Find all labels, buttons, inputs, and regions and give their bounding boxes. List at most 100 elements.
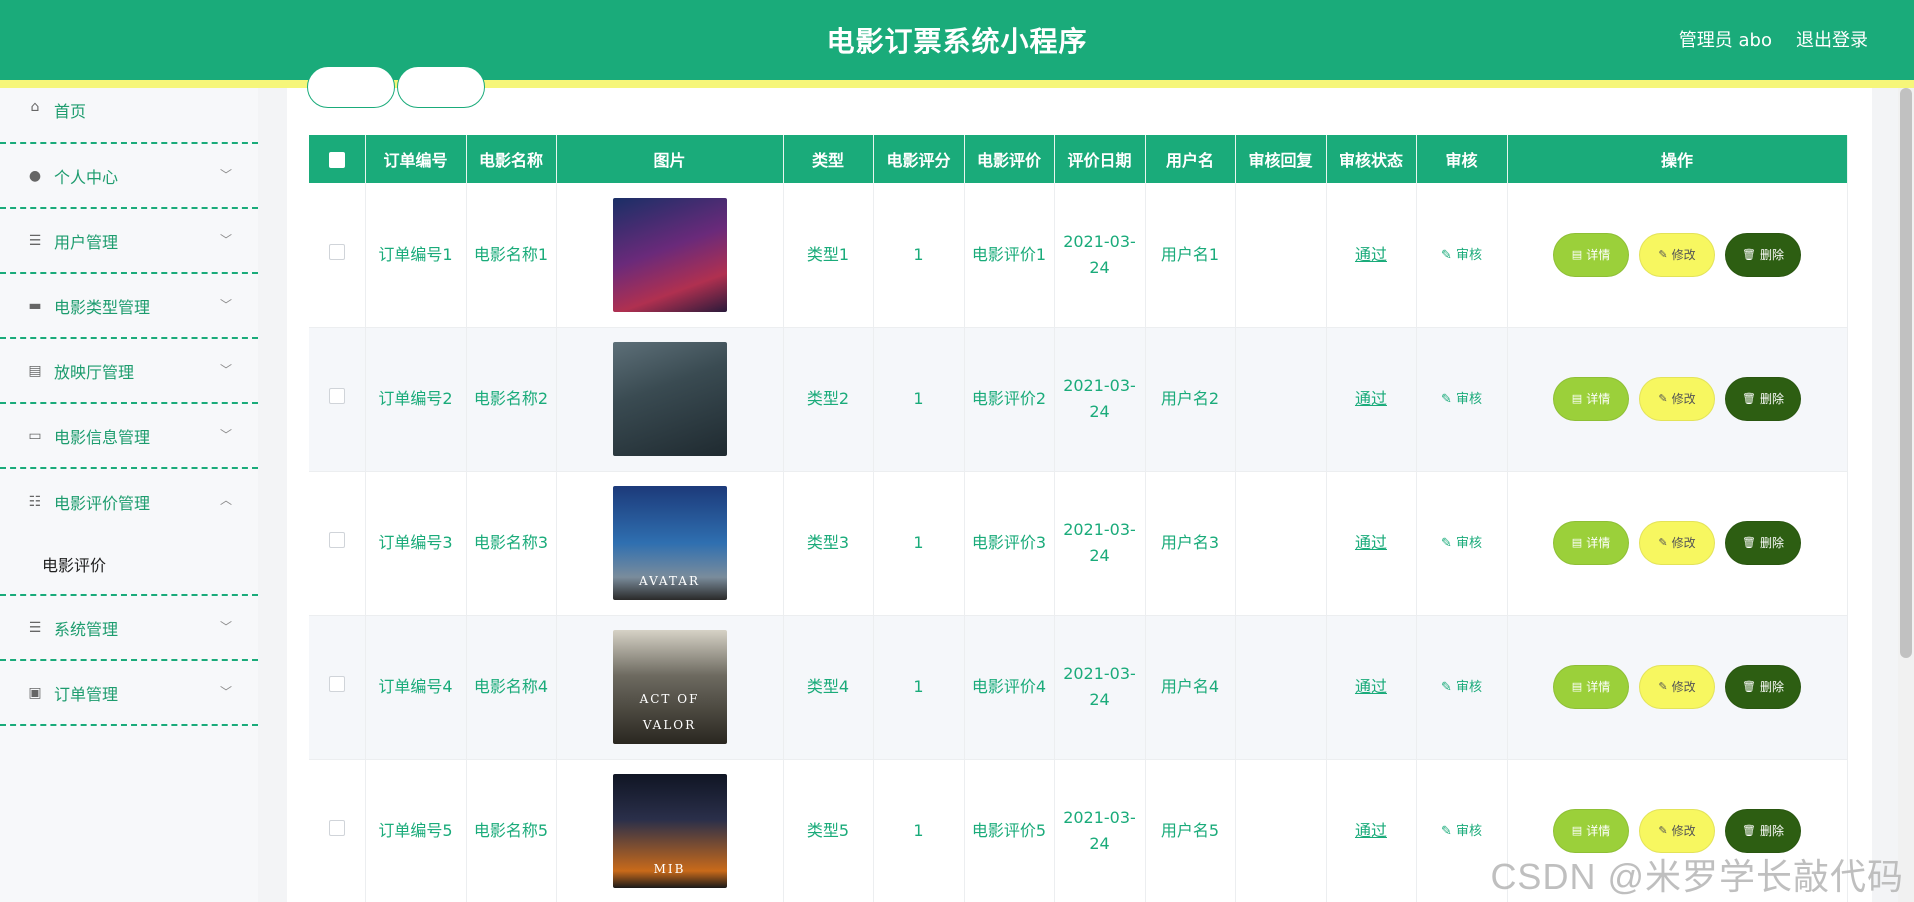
toolbar-button-left[interactable] xyxy=(307,66,395,108)
delete-button[interactable]: 🗑 删除 xyxy=(1725,665,1801,709)
select-all-cell[interactable] xyxy=(309,135,366,183)
edit-button[interactable]: ✎ 修改 xyxy=(1639,809,1715,853)
row-select-cell[interactable] xyxy=(309,471,366,616)
edit-button[interactable]: ✎ 修改 xyxy=(1639,521,1715,565)
sidebar-item-movie-type-management[interactable]: ▬ 电影类型管理 ﹀ xyxy=(0,274,258,339)
audit-link[interactable]: ✎ 审核 xyxy=(1441,248,1482,263)
sidebar-item-hall-management[interactable]: ▤ 放映厅管理 ﹀ xyxy=(0,339,258,404)
sidebar-item-user-management[interactable]: ☰ 用户管理 ﹀ xyxy=(0,209,258,274)
edit-button[interactable]: ✎ 修改 xyxy=(1639,665,1715,709)
delete-label: 删除 xyxy=(1759,536,1784,550)
movie-poster-image xyxy=(612,342,727,456)
cell-review: 电影评价2 xyxy=(964,327,1055,472)
row-checkbox[interactable] xyxy=(328,676,345,692)
detail-button[interactable]: ▤ 详情 xyxy=(1553,377,1629,421)
delete-button[interactable]: 🗑 删除 xyxy=(1725,521,1801,565)
document-icon: ▤ xyxy=(1571,392,1583,405)
cell-score: 1 xyxy=(873,615,965,760)
cell-status: 通过 xyxy=(1326,183,1417,328)
status-text: 通过 xyxy=(1354,533,1387,552)
logout-button[interactable]: 退出登录 xyxy=(1796,26,1868,52)
row-checkbox[interactable] xyxy=(328,532,345,548)
document-icon: ▤ xyxy=(1571,536,1583,549)
column-header: 图片 xyxy=(556,135,784,183)
row-checkbox[interactable] xyxy=(328,388,345,404)
detail-button[interactable]: ▤ 详情 xyxy=(1553,232,1629,277)
scrollbar-thumb[interactable] xyxy=(1900,88,1912,658)
audit-link[interactable]: ✎ 审核 xyxy=(1441,392,1482,407)
cell-order-no: 订单编号4 xyxy=(365,615,467,760)
delete-label: 删除 xyxy=(1759,392,1784,406)
row-select-cell[interactable] xyxy=(309,759,366,902)
chevron-down-icon: ﹀ xyxy=(219,298,232,312)
cell-order-no: 订单编号3 xyxy=(365,471,467,616)
column-header: 电影评分 xyxy=(873,135,965,183)
audit-link[interactable]: ✎ 审核 xyxy=(1441,680,1482,695)
cell-review: 电影评价4 xyxy=(964,615,1055,760)
cell-score: 1 xyxy=(873,759,965,902)
sidebar-item-personal-center[interactable]: ● 个人中心 ﹀ xyxy=(0,144,258,209)
cell-type: 类型2 xyxy=(783,327,874,472)
row-select-cell[interactable] xyxy=(309,327,366,472)
column-header: 电影名称 xyxy=(466,135,557,183)
cell-poster: ACT OF VALOR xyxy=(556,615,784,760)
cell-movie-name: 电影名称2 xyxy=(466,327,557,472)
row-checkbox[interactable] xyxy=(328,243,345,260)
cell-order-no: 订单编号1 xyxy=(365,183,467,328)
edit-label: 修改 xyxy=(1671,536,1696,550)
sidebar-item-movie-info-management[interactable]: ▭ 电影信息管理 ﹀ xyxy=(0,404,258,469)
briefcase-icon: ▬ xyxy=(28,297,42,314)
sidebar-item-home[interactable]: ⌂ 首页 xyxy=(0,88,258,144)
app-header: 电影订票系统小程序 管理员 abo 退出登录 xyxy=(0,0,1914,80)
trash-icon: 🗑 xyxy=(1742,680,1756,693)
sidebar-item-order-management[interactable]: ▣ 订单管理 ﹀ xyxy=(0,661,258,726)
movie-poster-image xyxy=(612,197,727,312)
detail-button[interactable]: ▤ 详情 xyxy=(1553,521,1629,565)
cell-type: 类型1 xyxy=(783,183,874,328)
cell-audit: ✎ 审核 xyxy=(1416,183,1508,328)
delete-button[interactable]: 🗑 删除 xyxy=(1725,377,1801,421)
row-actions: ▤ 详情 ✎ 修改 🗑 删除 xyxy=(1508,521,1847,565)
cell-date: 2021-03-24 xyxy=(1054,759,1146,902)
row-select-cell[interactable] xyxy=(309,615,366,760)
cell-username: 用户名5 xyxy=(1145,759,1236,902)
toolbar-button-right[interactable] xyxy=(397,66,485,108)
toolbar-buttons xyxy=(307,66,485,108)
audit-link[interactable]: ✎ 审核 xyxy=(1441,824,1482,839)
delete-button[interactable]: 🗑 删除 xyxy=(1725,232,1801,277)
row-checkbox[interactable] xyxy=(328,820,345,836)
delete-doc-icon: ▣ xyxy=(28,684,42,701)
cell-reply xyxy=(1235,471,1327,616)
delete-button[interactable]: 🗑 删除 xyxy=(1725,809,1801,853)
edit-button[interactable]: ✎ 修改 xyxy=(1639,377,1715,421)
detail-button[interactable]: ▤ 详情 xyxy=(1553,665,1629,709)
edit-button[interactable]: ✎ 修改 xyxy=(1639,232,1715,277)
detail-button[interactable]: ▤ 详情 xyxy=(1553,809,1629,853)
cell-review: 电影评价5 xyxy=(964,759,1055,902)
cell-poster xyxy=(556,183,784,328)
row-select-cell[interactable] xyxy=(309,183,366,328)
sidebar-item-review-management[interactable]: ☷ 电影评价管理 ︿ xyxy=(0,469,258,534)
cell-type: 类型3 xyxy=(783,471,874,616)
cell-status: 通过 xyxy=(1326,471,1417,616)
table-header-row: 订单编号 电影名称 图片 类型 电影评分 电影评价 评价日期 用户名 审核回复 … xyxy=(309,135,1848,183)
column-header: 评价日期 xyxy=(1054,135,1146,183)
cell-poster: AVATAR xyxy=(556,471,784,616)
sidebar-subitem-movie-review[interactable]: 电影评价 xyxy=(0,534,258,594)
select-all-checkbox[interactable] xyxy=(328,152,345,168)
table-row: 订单编号2 电影名称2 类型2 1 电影评价2 2021-03-24 用户名2 通过 ✎ 审核 ▤ 详… xyxy=(309,327,1848,472)
chevron-down-icon: ﹀ xyxy=(219,620,232,634)
audit-label: 审核 xyxy=(1455,824,1482,839)
cell-movie-name: 电影名称1 xyxy=(466,183,557,328)
cell-actions: ▤ 详情 ✎ 修改 🗑 删除 xyxy=(1507,327,1848,472)
cell-audit: ✎ 审核 xyxy=(1416,327,1508,472)
audit-link[interactable]: ✎ 审核 xyxy=(1441,536,1482,551)
home-icon: ⌂ xyxy=(30,99,40,115)
cell-movie-name: 电影名称3 xyxy=(466,471,557,616)
document-icon: ▤ xyxy=(1571,247,1583,261)
cell-score: 1 xyxy=(873,327,965,472)
header-accent-strip xyxy=(0,80,1914,88)
sidebar-item-system-management[interactable]: ☰ 系统管理 ﹀ xyxy=(0,596,258,661)
cell-date: 2021-03-24 xyxy=(1054,327,1146,472)
table-row: 订单编号3 电影名称3 AVATAR 类型3 1 电影评价3 2021-03-24 用户名3 通… xyxy=(309,471,1848,616)
